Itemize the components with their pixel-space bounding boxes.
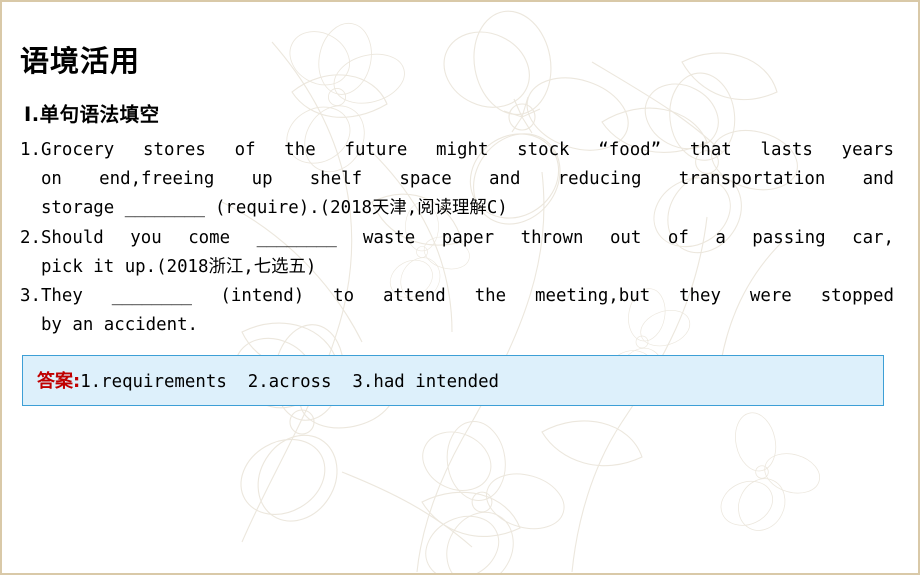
- page-title: 语境活用: [20, 44, 141, 78]
- question-1-text-line-2: on end,freeing up shelf space and reduci…: [40, 169, 894, 190]
- question-3-line-1: 3. They ________ (intend) to attend the …: [20, 282, 894, 310]
- question-2-line1-pre: Should you come: [40, 227, 257, 248]
- question-1-number: 1.: [20, 140, 41, 160]
- answer-text: 1.requirements 2.across 3.had intended: [80, 372, 500, 393]
- question-3-number: 3.: [20, 285, 41, 306]
- question-2-number: 2.: [20, 227, 41, 248]
- question-1-text-line-3: storage ________ (require).(2018天津,阅读理解C…: [41, 194, 894, 222]
- question-2-answer-blank: ________: [256, 227, 337, 248]
- question-3-line1-pre: They: [40, 285, 112, 306]
- question-item: 3. They ________ (intend) to attend the …: [20, 282, 894, 339]
- answer-box: 答案: 1.requirements 2.across 3.had intend…: [22, 355, 884, 407]
- question-3-text-line-1: They ________ (intend) to attend the mee…: [41, 282, 894, 310]
- question-2-line-1: 2. Should you come ________ waste paper …: [20, 224, 894, 252]
- question-1-line-3: storage ________ (require).(2018天津,阅读理解C…: [20, 194, 894, 222]
- question-1-answer-blank: ________: [124, 198, 205, 219]
- question-item: 1. Grocery stores of the future might st…: [20, 136, 894, 223]
- question-1-line-2: on end,freeing up shelf space and reduci…: [20, 165, 894, 193]
- question-1-line-1: 1. Grocery stores of the future might st…: [20, 136, 894, 164]
- question-1-text-line-1: Grocery stores of the future might stock…: [40, 140, 894, 160]
- question-1-line3-post: (require).(2018天津,阅读理解C): [204, 198, 508, 219]
- question-3-answer-blank: ________: [111, 285, 192, 306]
- slide-canvas: 语境活用 Ⅰ.单句语法填空 1. Grocery stores of the f…: [0, 0, 920, 575]
- question-2-line-2: pick it up.(2018浙江,七选五): [20, 253, 894, 281]
- answer-label: 答案:: [37, 371, 81, 393]
- question-item: 2. Should you come ________ waste paper …: [20, 224, 894, 281]
- question-3-text-line-2: by an accident.: [40, 315, 199, 336]
- slide-content: 语境活用 Ⅰ.单句语法填空 1. Grocery stores of the f…: [2, 2, 918, 407]
- question-1-line3-pre: storage: [40, 198, 125, 219]
- question-2-text-line-2: pick it up.(2018浙江,七选五): [40, 256, 317, 277]
- question-2-text-line-1: Should you come ________ waste paper thr…: [41, 224, 894, 252]
- subsection-title: Ⅰ.单句语法填空: [24, 103, 160, 126]
- question-2-line1-post: waste paper thrown out of a passing car,: [336, 227, 894, 248]
- question-3-line-2: by an accident.: [20, 311, 894, 339]
- question-3-line1-post: (intend) to attend the meeting,but they …: [191, 285, 894, 306]
